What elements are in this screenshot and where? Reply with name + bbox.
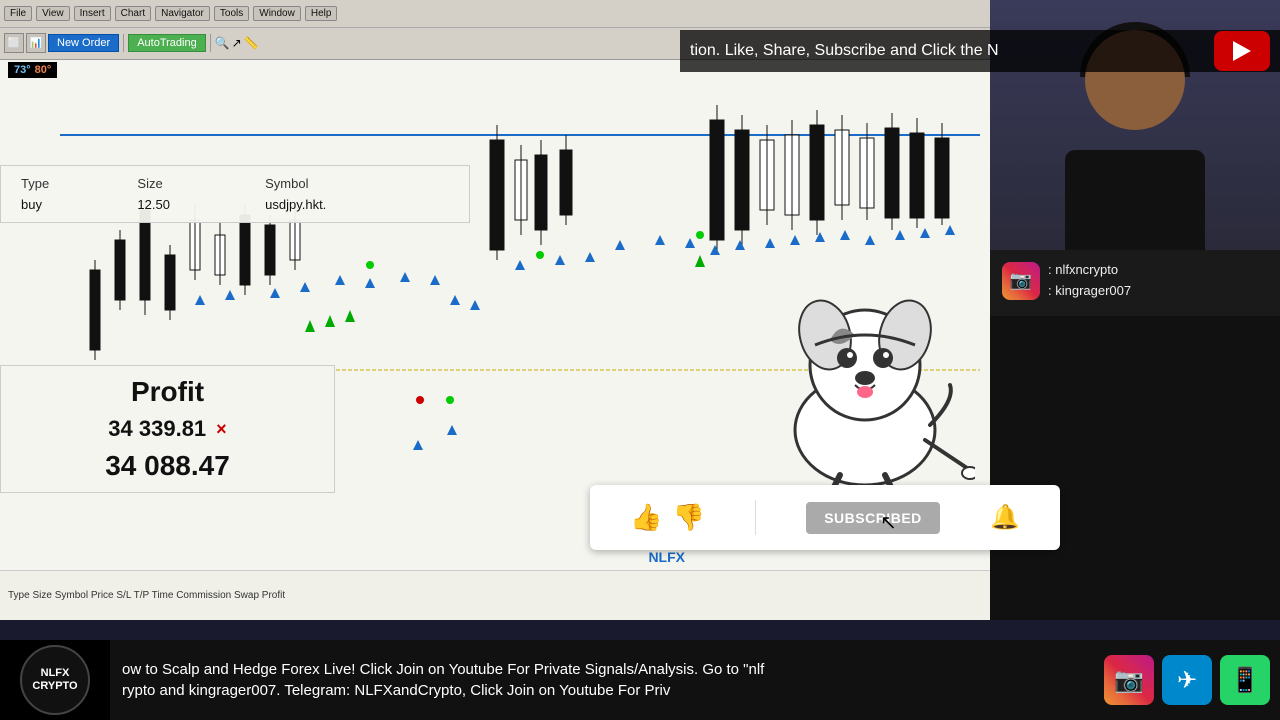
- toolbar-help[interactable]: Help: [305, 6, 338, 21]
- toolbar-icon-1[interactable]: ⬜: [4, 33, 24, 53]
- ig-row: 📷 : nlfxncrypto : kingrager007: [1002, 260, 1268, 302]
- toolbar-icon-arrow[interactable]: ↗: [232, 36, 242, 50]
- profit-value: 34 339.81: [108, 416, 206, 442]
- profit-close-button[interactable]: ×: [216, 419, 227, 440]
- instagram-icon-box[interactable]: 📷: [1104, 655, 1154, 705]
- toolbar-file[interactable]: File: [4, 6, 32, 21]
- youtube-logo: [1214, 31, 1270, 71]
- subscribe-bar: 👍 👎 SUBSCRIBED 🔔: [590, 485, 1060, 550]
- ticker-text: ow to Scalp and Hedge Forex Live! Click …: [110, 659, 1104, 701]
- thumb-down-icon[interactable]: 👎: [672, 502, 704, 533]
- yt-banner-text: tion. Like, Share, Subscribe and Click t…: [690, 42, 1204, 60]
- temp-badge: 73° 80°: [8, 62, 57, 78]
- toolbar-row1: File View Insert Chart Navigator Tools W…: [0, 0, 990, 28]
- social-icons-bar: 📷 ✈ 📱: [1104, 655, 1280, 705]
- toolbar-auto-trading[interactable]: AutoTrading: [128, 34, 206, 52]
- temp-high: 80°: [35, 64, 52, 76]
- youtube-banner: tion. Like, Share, Subscribe and Click t…: [680, 30, 1280, 72]
- symbol-value: usdjpy.hkt.: [257, 195, 457, 214]
- symbol-header: Symbol: [257, 174, 457, 193]
- nlfx-line1: NLFX: [41, 667, 70, 680]
- temp-low: 73°: [14, 64, 31, 76]
- chart-lower-text: Type Size Symbol Price S/L T/P Time Comm…: [8, 590, 285, 601]
- chart-lower: Type Size Symbol Price S/L T/P Time Comm…: [0, 570, 990, 620]
- divider: [755, 500, 756, 535]
- toolbar-new-order[interactable]: New Order: [48, 34, 119, 52]
- ticker-line2: rypto and kingrager007. Telegram: NLFXan…: [122, 680, 1092, 701]
- size-header: Size: [129, 174, 255, 193]
- type-header: Type: [13, 174, 127, 193]
- nlfx-chart-label: NLFX: [648, 549, 685, 565]
- handle1: : nlfxncrypto: [1048, 260, 1131, 281]
- nlfx-circle: NLFX CRYPTO: [20, 645, 90, 715]
- profit-total: 34 088.47: [16, 450, 319, 482]
- whatsapp-icon-box[interactable]: 📱: [1220, 655, 1270, 705]
- yt-play-icon: [1233, 41, 1251, 61]
- dog-cartoon: [755, 270, 975, 500]
- social-info: 📷 : nlfxncrypto : kingrager007: [990, 250, 1280, 316]
- toolbar-icon-line[interactable]: 📏: [244, 36, 259, 50]
- handle2: : kingrager007: [1048, 281, 1131, 302]
- person-body: [1065, 150, 1205, 250]
- nlfx-logo: NLFX CRYPTO: [0, 640, 110, 720]
- toolbar-icon-zoom[interactable]: 🔍: [215, 36, 230, 50]
- instagram-badge: 📷: [1002, 262, 1040, 300]
- nlfx-line2: CRYPTO: [32, 680, 77, 693]
- profit-label: Profit: [16, 376, 319, 408]
- toolbar-window[interactable]: Window: [253, 6, 301, 21]
- thumb-up-icon[interactable]: 👍: [630, 502, 662, 533]
- toolbar-insert[interactable]: Insert: [74, 6, 111, 21]
- thumbs-row: 👍 👎: [630, 502, 705, 533]
- bottom-bar: NLFX CRYPTO ow to Scalp and Hedge Forex …: [0, 640, 1280, 720]
- size-value: 12.50: [129, 195, 255, 214]
- toolbar-icon-2[interactable]: 📊: [26, 33, 46, 53]
- profit-value-row: 34 339.81 ×: [16, 416, 319, 442]
- trade-info: Type Size Symbol buy 12.50 usdjpy.hkt.: [0, 165, 470, 223]
- profit-panel: Profit 34 339.81 × 34 088.47: [0, 365, 335, 493]
- bell-icon[interactable]: 🔔: [990, 503, 1020, 532]
- toolbar-tools[interactable]: Tools: [214, 6, 249, 21]
- toolbar-navigator[interactable]: Navigator: [155, 6, 210, 21]
- social-handles: : nlfxncrypto : kingrager007: [1048, 260, 1131, 302]
- toolbar-chart[interactable]: Chart: [115, 6, 151, 21]
- telegram-icon-box[interactable]: ✈: [1162, 655, 1212, 705]
- subscribed-button[interactable]: SUBSCRIBED: [806, 502, 940, 534]
- type-value: buy: [13, 195, 127, 214]
- toolbar-view[interactable]: View: [36, 6, 70, 21]
- ticker-line1: ow to Scalp and Hedge Forex Live! Click …: [122, 659, 1092, 680]
